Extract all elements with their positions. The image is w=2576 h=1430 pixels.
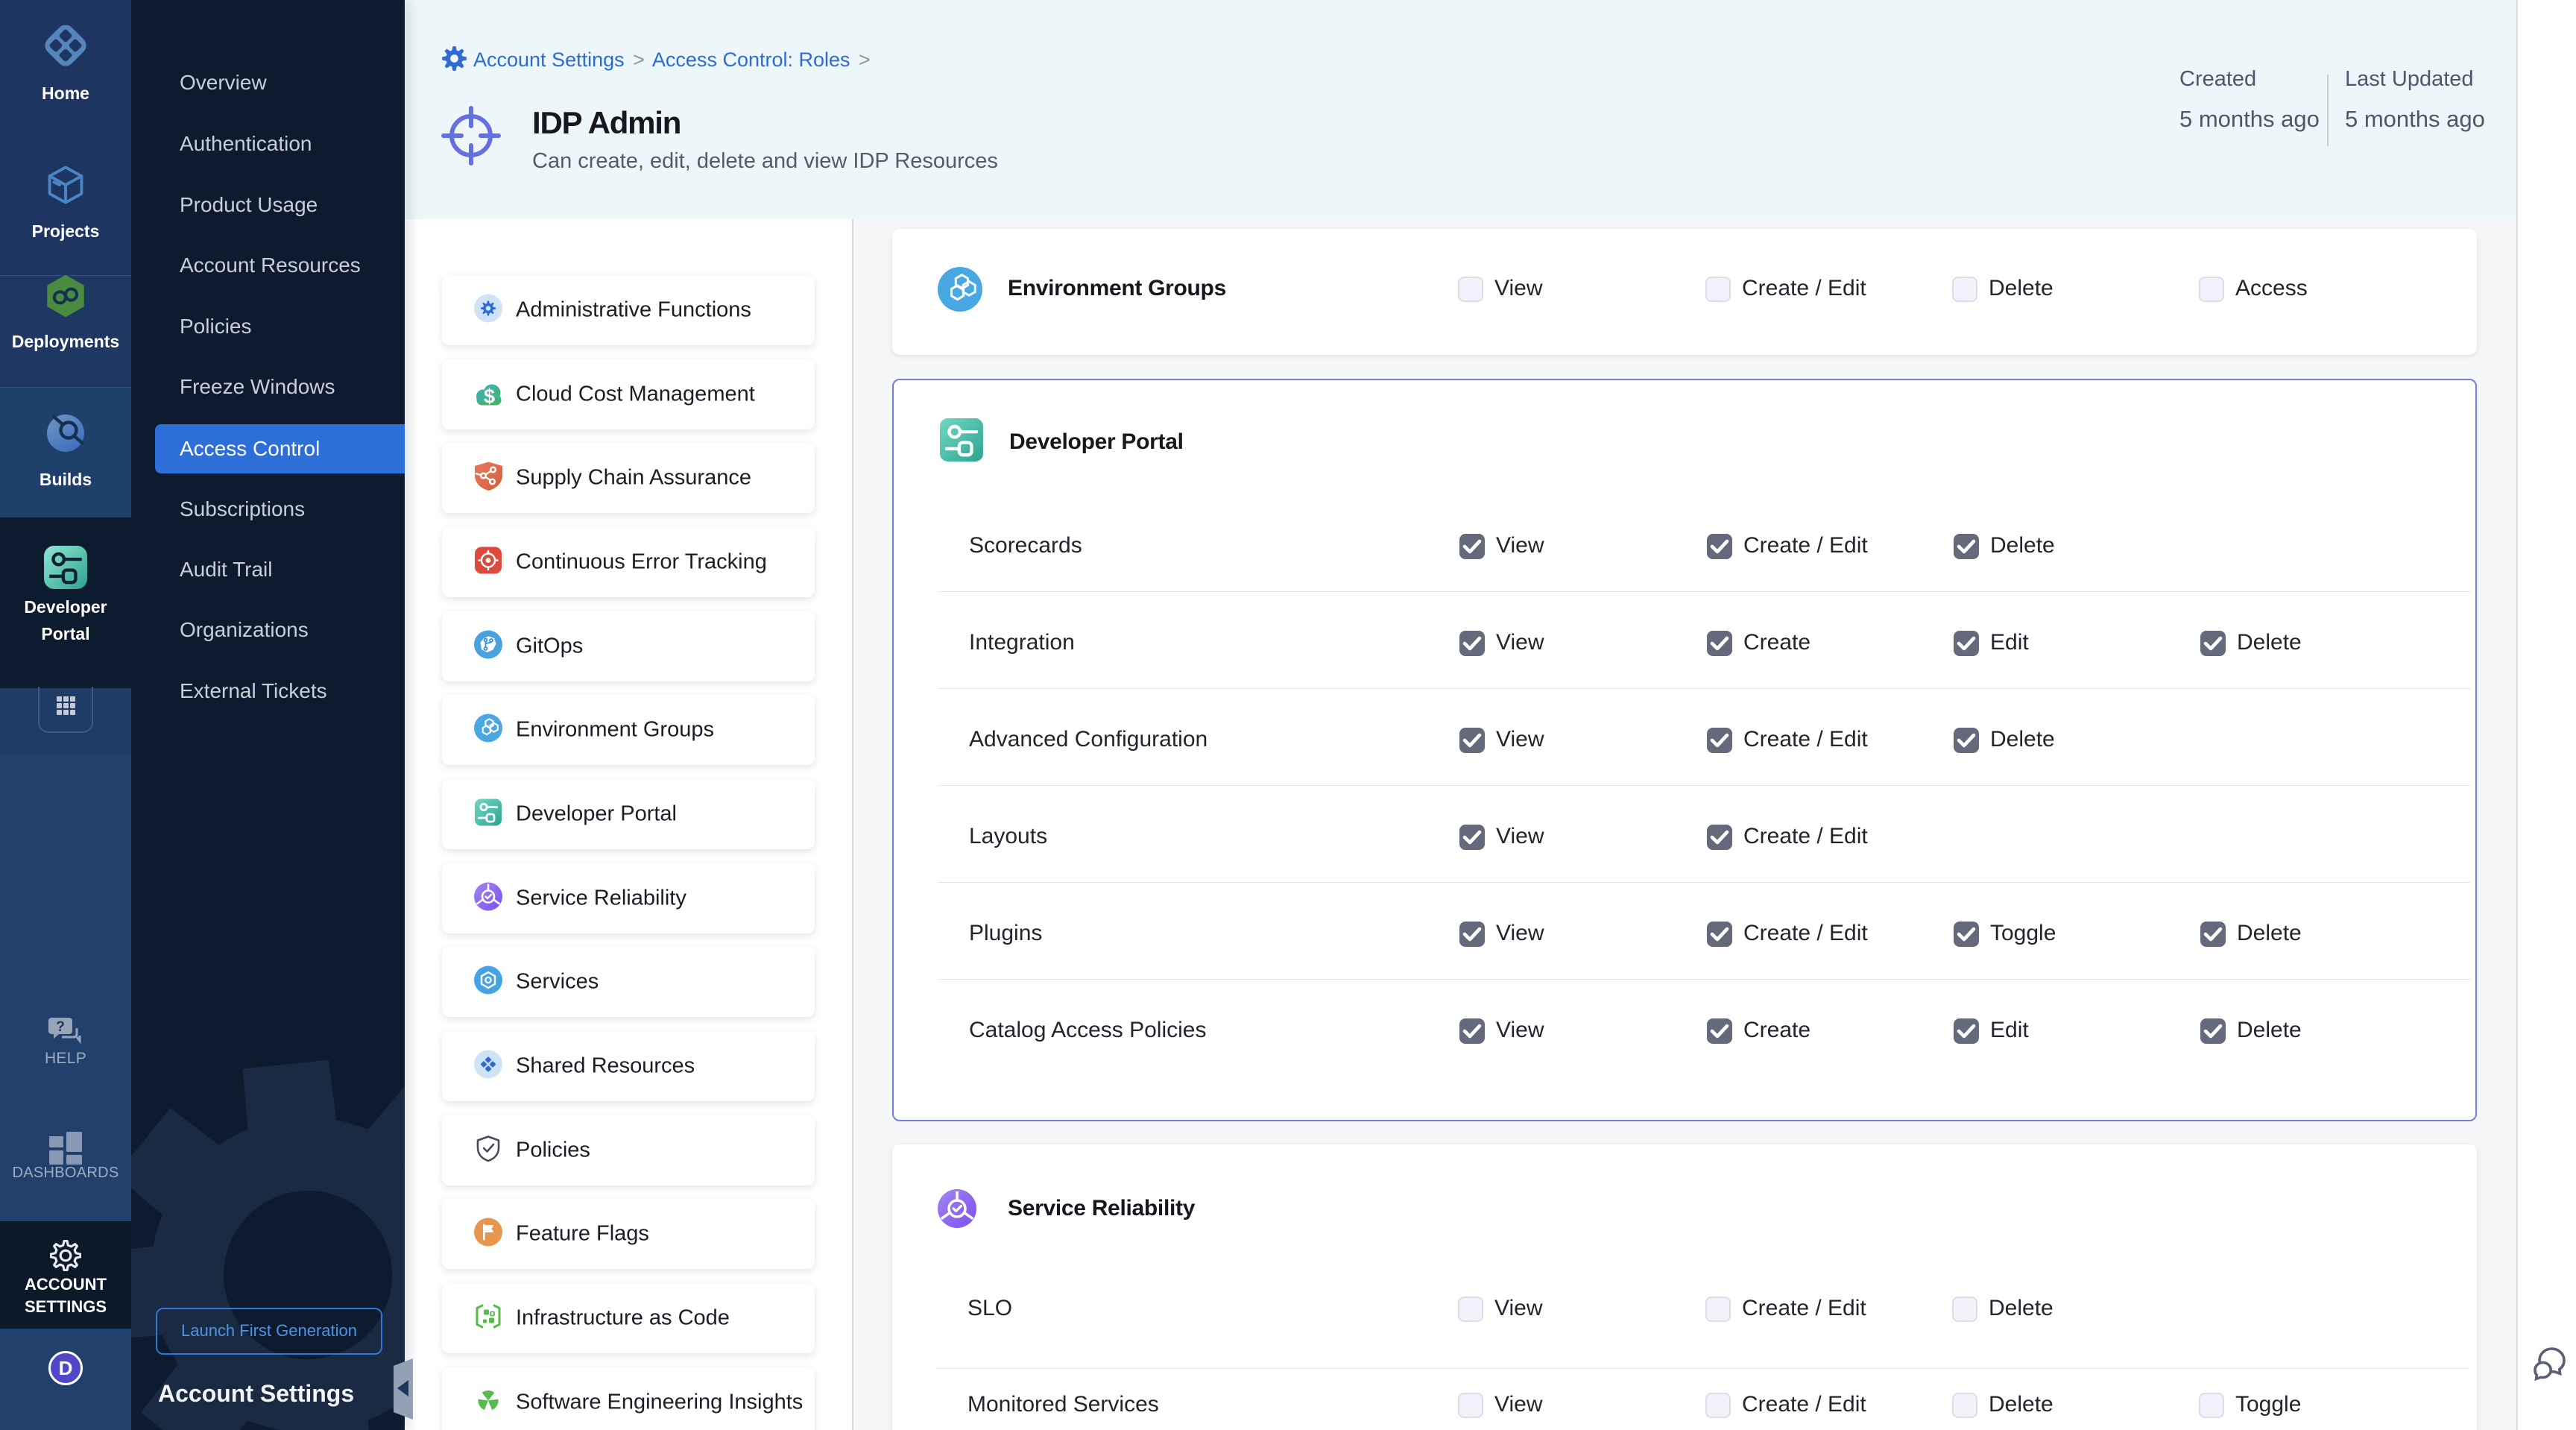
svg-text:$: $ [484,385,495,406]
svg-text:?: ? [56,1019,65,1035]
